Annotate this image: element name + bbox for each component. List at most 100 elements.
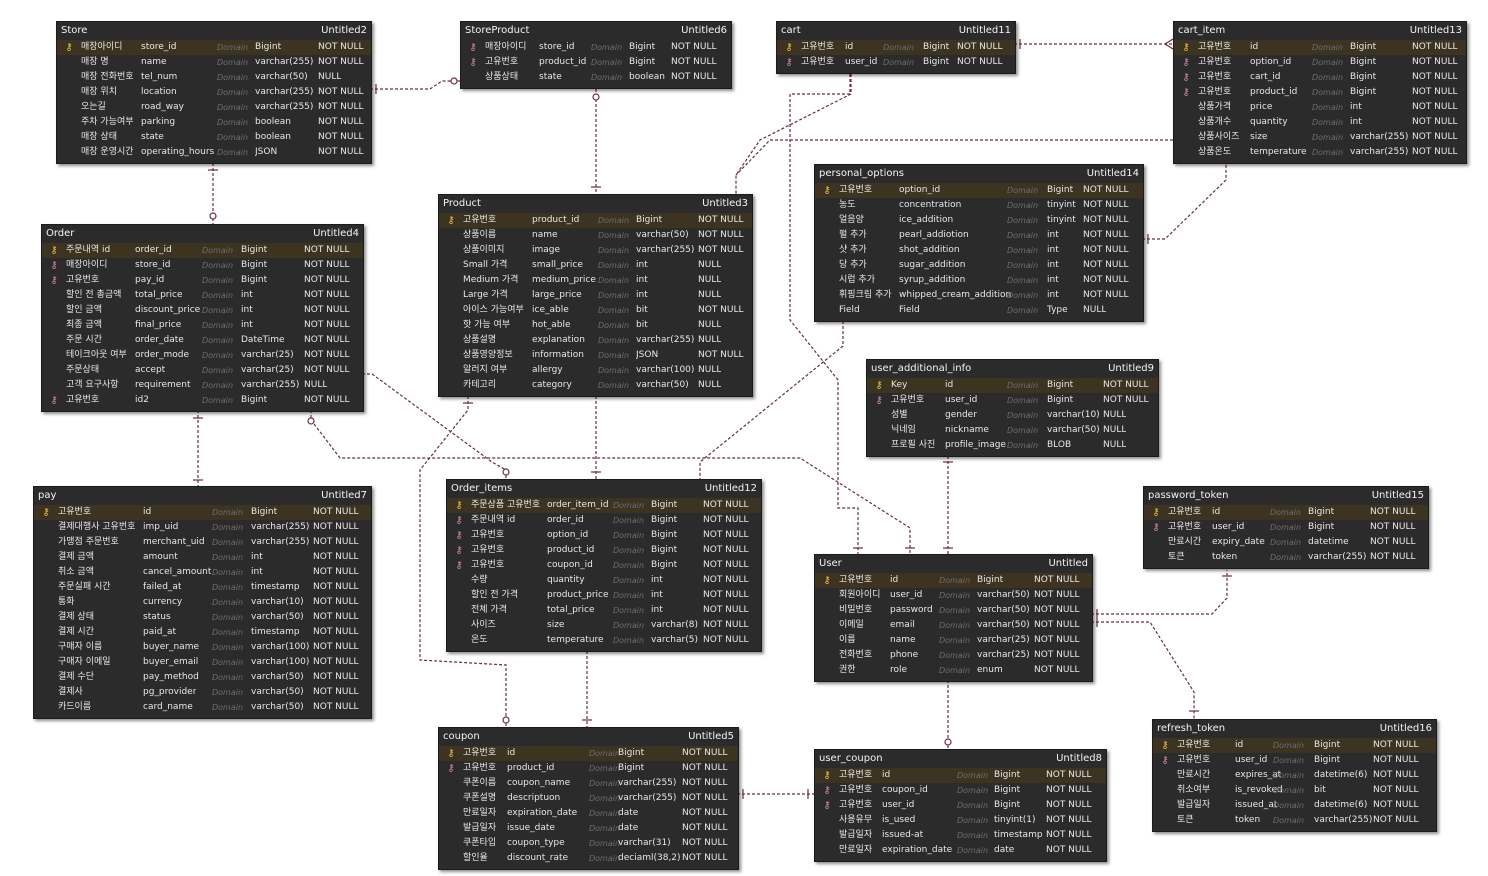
table-row[interactable]: 매장 위치 location Domain varchar(255) NOT NULL bbox=[57, 85, 371, 100]
table-row[interactable]: 결제 금액 amount Domain int NOT NULL bbox=[34, 550, 371, 565]
table-header[interactable]: password_token Untitled15 bbox=[1144, 487, 1428, 505]
table-row[interactable]: 결제대행사 고유번호 imp_uid Domain varchar(255) NOT N… bbox=[34, 520, 371, 535]
table-row[interactable]: 발급일자 issue_date Domain date NOT NULL bbox=[439, 821, 738, 836]
table-row[interactable]: 매장 전화번호 tel_num Domain varchar(50) NULL bbox=[57, 70, 371, 85]
table-row[interactable]: ⚷ 고유번호 id Domain Bigint NOT NULL bbox=[34, 505, 371, 520]
table-row[interactable]: 쿠폰타입 coupon_type Domain varchar(31) NOT NULL bbox=[439, 836, 738, 851]
table-row[interactable]: 농도 concentration Domain tinyint NOT NULL bbox=[815, 198, 1143, 213]
table-row[interactable]: 수량 quantity Domain int NOT NULL bbox=[447, 573, 761, 588]
table-row[interactable]: 테이크아웃 여부 order_mode Domain varchar(25) NOT N… bbox=[42, 348, 363, 363]
table-row[interactable]: 할인 금액 discount_price Domain int NOT NULL bbox=[42, 303, 363, 318]
table-row[interactable]: ⚷ 고유번호 option_id Domain Bigint NOT NULL bbox=[1174, 55, 1466, 70]
table-user[interactable]: User Untitled ⚷ 고유번호 id Domain Bigint NOT NULL 회… bbox=[814, 554, 1093, 682]
table-row[interactable]: 알러지 여부 allergy Domain varchar(100) NULL bbox=[439, 363, 752, 378]
table-row[interactable]: 쿠폰이름 coupon_name Domain varchar(255) NOT NUL… bbox=[439, 776, 738, 791]
table-row[interactable]: 얼음양 ice_addition Domain tinyint NOT NULL bbox=[815, 213, 1143, 228]
table-row[interactable]: 만료시간 expiry_date Domain datetime NOT NULL bbox=[1144, 535, 1428, 550]
table-row[interactable]: ⚷ 고유번호 product_id Domain Bigint NOT NULL bbox=[1174, 85, 1466, 100]
table-row[interactable]: 샷 추가 shot_addition Domain int NOT NULL bbox=[815, 243, 1143, 258]
table-row[interactable]: 통화 currency Domain varchar(10) NOT NULL bbox=[34, 595, 371, 610]
table-row[interactable]: 오는길 road_way Domain varchar(255) NOT NULL bbox=[57, 100, 371, 115]
table-header[interactable]: user_coupon Untitled8 bbox=[815, 750, 1106, 768]
table-row[interactable]: ⚷ 고유번호 id2 Domain Bigint NOT NULL bbox=[42, 393, 363, 408]
table-row[interactable]: ⚷ 고유번호 id Domain Bigint NOT NULL bbox=[1153, 738, 1436, 753]
table-row[interactable]: 토큰 token Domain varchar(255) NOT NULL bbox=[1144, 550, 1428, 565]
table-row[interactable]: 전화번호 phone Domain varchar(25) NOT NULL bbox=[815, 648, 1092, 663]
table-row[interactable]: 휘핑크림 추가 whipped_cream_addition Domain int NO… bbox=[815, 288, 1143, 303]
table-row[interactable]: ⚷ 매장아이디 store_id Domain Bigint NOT NULL bbox=[42, 258, 363, 273]
table-row[interactable]: 만료시간 expires_at Domain datetime(6) NOT NULL bbox=[1153, 768, 1436, 783]
table-row[interactable]: ⚷ 고유번호 id Domain Bigint NOT NULL bbox=[815, 768, 1106, 783]
table-row[interactable]: 사이즈 size Domain varchar(8) NOT NULL bbox=[447, 618, 761, 633]
table-row[interactable]: 구매자 이름 buyer_name Domain varchar(100) NOT NU… bbox=[34, 640, 371, 655]
table-row[interactable]: ⚷ 매장아이디 store_id Domain Bigint NOT NULL bbox=[57, 40, 371, 55]
table-row[interactable]: ⚷ 고유번호 option_id Domain Bigint NOT NULL bbox=[815, 183, 1143, 198]
table-header[interactable]: Order Untitled4 bbox=[42, 225, 363, 243]
table-row[interactable]: 회원아이디 user_id Domain varchar(50) NOT NULL bbox=[815, 588, 1092, 603]
table-row[interactable]: 이메일 email Domain varchar(50) NOT NULL bbox=[815, 618, 1092, 633]
table-row[interactable]: Medium 가격 medium_price Domain int NULL bbox=[439, 273, 752, 288]
table-row[interactable]: ⚷ 고유번호 id Domain Bigint NOT NULL bbox=[815, 573, 1092, 588]
table-row[interactable]: ⚷ 고유번호 id Domain Bigint NOT NULL bbox=[777, 40, 1015, 55]
table-row[interactable]: 구매자 이메일 buyer_email Domain varchar(100) NOT … bbox=[34, 655, 371, 670]
table-row[interactable]: ⚷ 고유번호 coupon_id Domain Bigint NOT NULL bbox=[815, 783, 1106, 798]
table-row[interactable]: 주차 가능여부 parking Domain boolean NOT NULL bbox=[57, 115, 371, 130]
table-order[interactable]: Order Untitled4 ⚷ 주문내역 id order_id Domain Bigi… bbox=[41, 224, 364, 412]
table-store[interactable]: Store Untitled2 ⚷ 매장아이디 store_id Domain Bigint… bbox=[56, 21, 372, 164]
table-product[interactable]: Product Untitled3 ⚷ 고유번호 product_id Domain Big… bbox=[438, 194, 753, 397]
table-header[interactable]: coupon Untitled5 bbox=[439, 728, 738, 746]
table-row[interactable]: ⚷ 고유번호 pay_id Domain Bigint NOT NULL bbox=[42, 273, 363, 288]
table-header[interactable]: personal_options Untitled14 bbox=[815, 165, 1143, 183]
table-row[interactable]: 권한 role Domain enum NOT NULL bbox=[815, 663, 1092, 678]
table-row[interactable]: 상품상태 state Domain boolean NOT NULL bbox=[461, 70, 731, 85]
table-row[interactable]: 취소 금액 cancel_amount Domain int NOT NULL bbox=[34, 565, 371, 580]
table-row[interactable]: ⚷ 고유번호 id Domain Bigint NOT NULL bbox=[439, 746, 738, 761]
table-row[interactable]: ⚷ 주문상품 고유번호 order_item_id Domain Bigint NOT N… bbox=[447, 498, 761, 513]
table-row[interactable]: 주문 시간 order_date Domain DateTime NOT NULL bbox=[42, 333, 363, 348]
table-row[interactable]: 주문실패 시간 failed_at Domain timestamp NOT NULL bbox=[34, 580, 371, 595]
table-row[interactable]: ⚷ 고유번호 product_id Domain Bigint NOT NULL bbox=[439, 213, 752, 228]
table-row[interactable]: 최종 금액 final_price Domain int NOT NULL bbox=[42, 318, 363, 333]
table-row[interactable]: 결제 시간 paid_at Domain timestamp NOT NULL bbox=[34, 625, 371, 640]
table-user-additional-info[interactable]: user_additional_info Untitled9 ⚷ Key id Domai… bbox=[866, 359, 1159, 457]
table-row[interactable]: 당 추가 sugar_addition Domain int NOT NULL bbox=[815, 258, 1143, 273]
table-row[interactable]: ⚷ 고유번호 cart_id Domain Bigint NOT NULL bbox=[1174, 70, 1466, 85]
table-header[interactable]: cart_item Untitled13 bbox=[1174, 22, 1466, 40]
table-header[interactable]: Store Untitled2 bbox=[57, 22, 371, 40]
table-row[interactable]: ⚷ 고유번호 user_id Domain Bigint NOT NULL bbox=[1144, 520, 1428, 535]
table-row[interactable]: ⚷ 고유번호 user_id Domain Bigint NOT NULL bbox=[777, 55, 1015, 70]
table-row[interactable]: 상품이미지 image Domain varchar(255) NOT NULL bbox=[439, 243, 752, 258]
table-row[interactable]: ⚷ 매장아이디 store_id Domain Bigint NOT NULL bbox=[461, 40, 731, 55]
table-row[interactable]: 할인 전 가격 product_price Domain int NOT NULL bbox=[447, 588, 761, 603]
table-coupon[interactable]: coupon Untitled5 ⚷ 고유번호 id Domain Bigint NOT NU… bbox=[438, 727, 739, 870]
table-order-items[interactable]: Order_items Untitled12 ⚷ 주문상품 고유번호 order_ite… bbox=[446, 479, 762, 652]
table-header[interactable]: pay Untitled7 bbox=[34, 487, 371, 505]
table-row[interactable]: 발급일자 issued_at Domain datetime(6) NOT NULL bbox=[1153, 798, 1436, 813]
table-row[interactable]: 결제사 pg_provider Domain varchar(50) NOT NULL bbox=[34, 685, 371, 700]
table-row[interactable]: ⚷ 고유번호 id Domain Bigint NOT NULL bbox=[1174, 40, 1466, 55]
table-row[interactable]: 결제 상태 status Domain varchar(50) NOT NULL bbox=[34, 610, 371, 625]
table-row[interactable]: 매장 상태 state Domain boolean NOT NULL bbox=[57, 130, 371, 145]
table-row[interactable]: 만료일자 expiration_date Domain date NOT NULL bbox=[439, 806, 738, 821]
table-row[interactable]: ⚷ 고유번호 coupon_id Domain Bigint NOT NULL bbox=[447, 558, 761, 573]
table-row[interactable]: ⚷ 주문내역 id order_id Domain Bigint NOT NULL bbox=[447, 513, 761, 528]
table-header[interactable]: Order_items Untitled12 bbox=[447, 480, 761, 498]
table-user-coupon[interactable]: user_coupon Untitled8 ⚷ 고유번호 id Domain Bigint N… bbox=[814, 749, 1107, 862]
table-row[interactable]: 성별 gender Domain varchar(10) NULL bbox=[867, 408, 1158, 423]
table-row[interactable]: 아이스 가능여부 ice_able Domain bit NOT NULL bbox=[439, 303, 752, 318]
table-row[interactable]: ⚷ 고유번호 product_id Domain Bigint NOT NULL bbox=[447, 543, 761, 558]
table-header[interactable]: StoreProduct Untitled6 bbox=[461, 22, 731, 40]
table-row[interactable]: 상품영양정보 information Domain JSON NOT NULL bbox=[439, 348, 752, 363]
table-row[interactable]: ⚷ 고유번호 product_id Domain Bigint NOT NULL bbox=[461, 55, 731, 70]
table-pay[interactable]: pay Untitled7 ⚷ 고유번호 id Domain Bigint NOT NULL 결… bbox=[33, 486, 372, 719]
table-row[interactable]: 상품온도 temperature Domain varchar(255) NOT NUL… bbox=[1174, 145, 1466, 160]
table-row[interactable]: 가맹점 주문번호 merchant_uid Domain varchar(255) NO… bbox=[34, 535, 371, 550]
table-row[interactable]: 카드이름 card_name Domain varchar(50) NOT NULL bbox=[34, 700, 371, 715]
table-cart[interactable]: cart Untitled11 ⚷ 고유번호 id Domain Bigint NOT NUL… bbox=[776, 21, 1016, 74]
table-row[interactable]: ⚷ Key id Domain Bigint NOT NULL bbox=[867, 378, 1158, 393]
table-row[interactable]: 핫 가능 여부 hot_able Domain bit NULL bbox=[439, 318, 752, 333]
table-cart-item[interactable]: cart_item Untitled13 ⚷ 고유번호 id Domain Bigint NO… bbox=[1173, 21, 1467, 164]
table-row[interactable]: 할인 전 총금액 total_price Domain int NOT NULL bbox=[42, 288, 363, 303]
table-row[interactable]: 취소여부 is_revoked Domain bit NOT NULL bbox=[1153, 783, 1436, 798]
table-row[interactable]: 매장 운영시간 operating_hours Domain JSON NOT NULL bbox=[57, 145, 371, 160]
